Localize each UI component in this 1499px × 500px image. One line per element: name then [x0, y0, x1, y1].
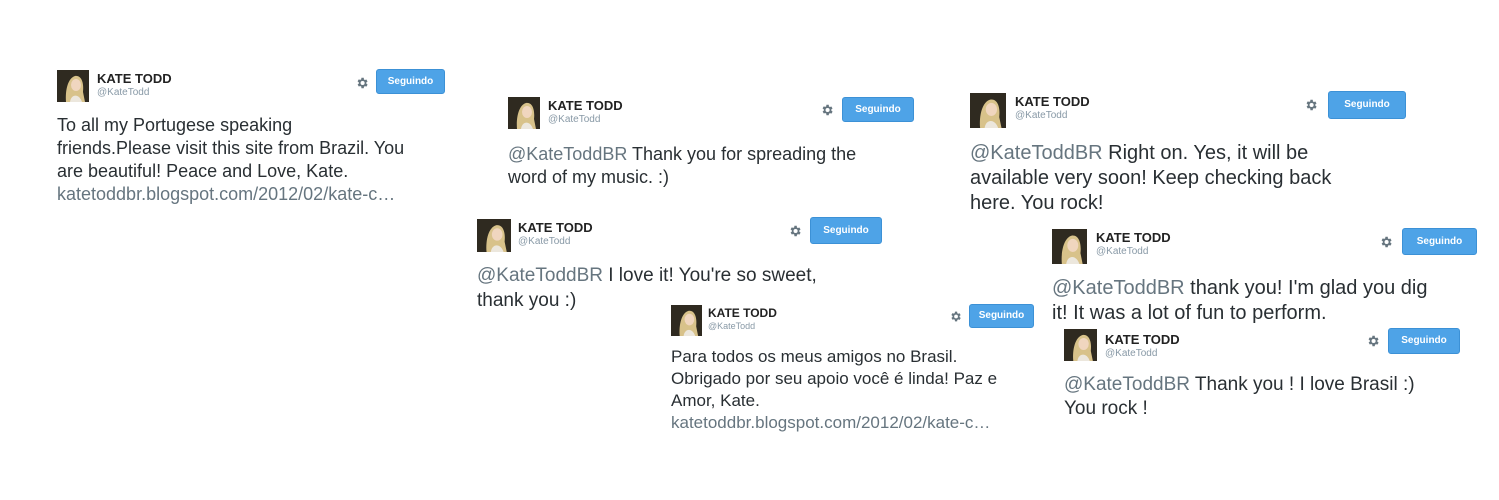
author-name[interactable]: KATE TODD	[1096, 230, 1171, 245]
author-handle[interactable]: @KateTodd	[1105, 348, 1157, 359]
author-name[interactable]: KATE TODD	[1015, 94, 1090, 109]
tweet-line: @KateToddBR thank you! I'm glad you dig	[1052, 276, 1427, 301]
following-button[interactable]: Seguindo	[810, 217, 882, 244]
author-handle[interactable]: @KateTodd	[1096, 246, 1148, 257]
following-button[interactable]: Seguindo	[969, 304, 1034, 328]
mention-link[interactable]: @KateToddBR	[970, 142, 1103, 164]
tweet-line: @KateToddBR I love it! You're so sweet,	[477, 263, 817, 288]
gear-icon[interactable]	[820, 103, 834, 117]
tweet-line: @KateToddBR Right on. Yes, it will be	[970, 141, 1331, 166]
tweet-line: available very soon! Keep checking back	[970, 167, 1332, 189]
tweet-line-text: Thank you ! I love Brasil :)	[1189, 374, 1415, 395]
tweet-text: @KateToddBR thank you! I'm glad you dig …	[1052, 276, 1427, 323]
following-button[interactable]: Seguindo	[376, 69, 445, 94]
author-name[interactable]: KATE TODD	[1105, 332, 1180, 347]
tweet-line-text: thank you! I'm glad you dig	[1184, 277, 1428, 299]
tweet-line-text: I love it! You're so sweet,	[602, 265, 817, 286]
author-handle[interactable]: @KateTodd	[97, 87, 149, 98]
tweet-line: word of my music. :)	[508, 167, 670, 187]
author-handle[interactable]: @KateTodd	[548, 114, 600, 125]
gear-icon[interactable]	[355, 76, 369, 90]
tweet-line: Obrigado por seu apoio você é linda! Paz…	[671, 369, 998, 388]
tweet-text: @KateToddBR Thank you ! I love Brasil :)…	[1064, 373, 1415, 421]
tweet-line: here. You rock!	[970, 192, 1104, 214]
author-name[interactable]: KATE TODD	[708, 306, 777, 320]
avatar[interactable]	[1064, 329, 1097, 361]
tweet-line: are beautiful! Peace and Love, Kate.	[57, 161, 349, 181]
tweet-line: To all my Portugese speaking	[57, 115, 293, 135]
avatar[interactable]	[57, 70, 89, 102]
author-name[interactable]: KATE TODD	[548, 98, 623, 113]
gear-icon[interactable]	[1366, 334, 1380, 348]
gear-icon[interactable]	[1304, 98, 1318, 112]
tweet-line-text: Right on. Yes, it will be	[1102, 142, 1309, 164]
gear-icon[interactable]	[1379, 235, 1393, 249]
tweet-line: Amor, Kate.	[671, 391, 760, 410]
tweet-link[interactable]: katetoddbr.blogspot.com/2012/02/kate-c…	[57, 183, 404, 206]
following-button[interactable]: Seguindo	[842, 97, 914, 122]
author-handle[interactable]: @KateTodd	[1015, 110, 1067, 121]
author-handle[interactable]: @KateTodd	[708, 321, 755, 331]
tweet-line: Para todos os meus amigos no Brasil.	[671, 347, 958, 366]
following-button[interactable]: Seguindo	[1402, 228, 1477, 255]
tweet-line: @KateToddBR Thank you for spreading the	[508, 143, 856, 166]
avatar[interactable]	[671, 305, 702, 336]
gear-icon[interactable]	[788, 224, 802, 238]
avatar[interactable]	[970, 93, 1006, 128]
tweet-line-text: Thank you for spreading the	[627, 144, 857, 164]
following-button[interactable]: Seguindo	[1388, 328, 1460, 354]
avatar[interactable]	[477, 219, 511, 252]
avatar[interactable]	[1052, 229, 1087, 264]
avatar[interactable]	[508, 97, 540, 129]
author-handle[interactable]: @KateTodd	[518, 236, 570, 247]
mention-link[interactable]: @KateToddBR	[1064, 374, 1190, 395]
tweet-text: @KateToddBR Thank you for spreading the …	[508, 143, 856, 189]
tweet-text: Para todos os meus amigos no Brasil. Obr…	[671, 346, 997, 434]
tweet-text: @KateToddBR Right on. Yes, it will be av…	[970, 141, 1331, 216]
mention-link[interactable]: @KateToddBR	[508, 144, 627, 164]
tweet-line: it! It was a lot of fun to perform.	[1052, 302, 1327, 323]
mention-link[interactable]: @KateToddBR	[1052, 277, 1185, 299]
author-name[interactable]: KATE TODD	[97, 71, 172, 86]
gear-icon[interactable]	[949, 310, 963, 324]
tweet-line: friends.Please visit this site from Braz…	[57, 138, 405, 158]
tweet-line: @KateToddBR Thank you ! I love Brasil :)	[1064, 373, 1415, 397]
following-button[interactable]: Seguindo	[1328, 91, 1406, 119]
mention-link[interactable]: @KateToddBR	[477, 265, 603, 286]
tweet-line: You rock !	[1064, 398, 1148, 419]
tweet-text: To all my Portugese speaking friends.Ple…	[57, 114, 404, 206]
author-name[interactable]: KATE TODD	[518, 220, 593, 235]
tweet-link[interactable]: katetoddbr.blogspot.com/2012/02/kate-c…	[671, 412, 997, 434]
